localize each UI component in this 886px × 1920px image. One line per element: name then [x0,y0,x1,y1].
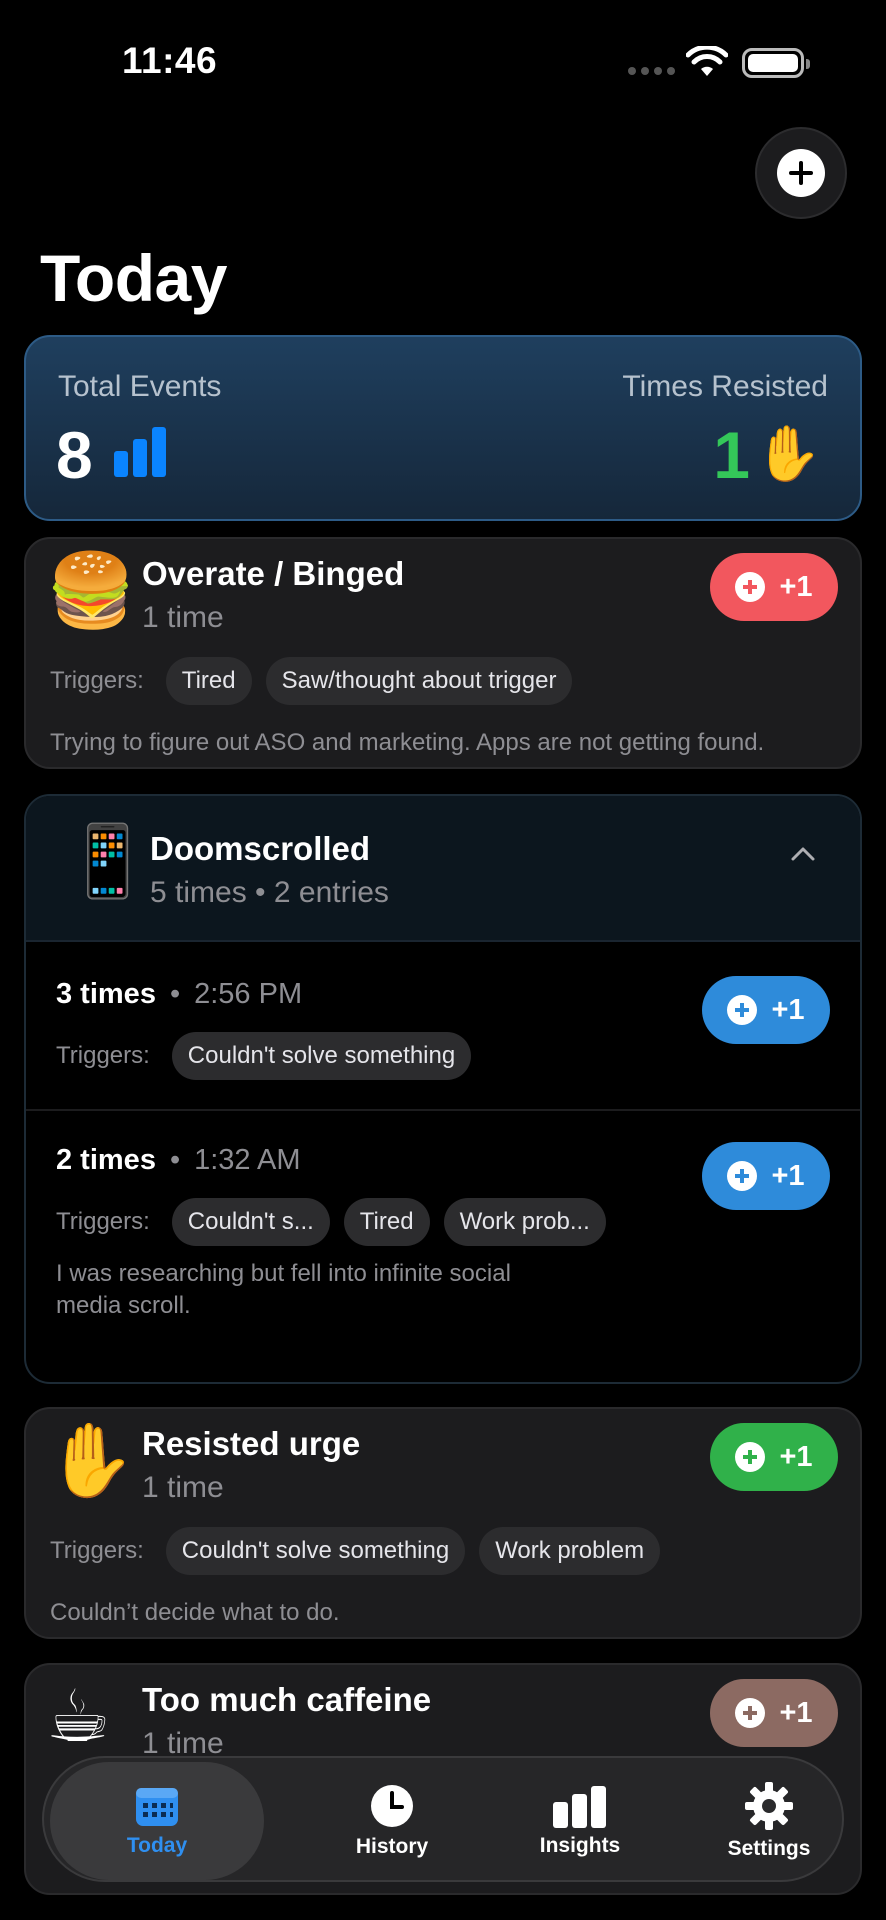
plus-circle-icon [735,1442,766,1472]
plus-circle-icon [735,572,766,602]
cellular-signal-icon [628,67,675,75]
raised-hand-icon: ✋ [46,1421,136,1501]
trigger-chip: Work problem [479,1527,661,1575]
entry-time: 1:32 AM [194,1144,301,1176]
trigger-chip: Tired [165,657,252,705]
tab-history[interactable]: History [297,1758,487,1884]
triggers-row: Triggers: Couldn't s... Tired Work prob.… [56,1198,606,1246]
entry-count: 2 times • 1:32 AM [56,1144,301,1176]
wifi-icon [686,46,728,76]
bar-chart-icon [114,427,166,477]
clock-icon [371,1785,413,1827]
battery-icon [742,48,810,78]
status-time: 11:46 [122,40,218,81]
increment-caffeine-button[interactable]: +1 [710,1679,838,1747]
tab-label: Today [126,1834,188,1857]
entry-time: 2:56 PM [194,978,303,1010]
divider [26,1109,860,1111]
triggers-row: Triggers: Tired Saw/thought about trigge… [50,657,573,705]
gear-icon [745,1782,793,1830]
chevron-up-icon[interactable] [790,844,816,862]
event-card-resisted[interactable]: ✋ Resisted urge 1 time +1 Triggers: Coul… [24,1407,862,1639]
coffee-icon: ☕ [46,1677,111,1757]
event-title: Resisted urge [142,1425,361,1462]
total-events-value: 8 [56,418,93,492]
entry-note: I was researching but fell into infinite… [56,1260,511,1319]
trigger-chip: Work prob... [443,1198,606,1246]
tab-label: History [355,1835,429,1858]
tab-settings[interactable]: Settings [674,1758,864,1884]
event-group-doomscrolled: 📱 Doomscrolled 5 times • 2 entries 3 tim… [24,794,862,1384]
tab-insights[interactable]: Insights [485,1758,675,1884]
plus-icon [777,149,825,197]
tab-bar: Today History Insights Settings [42,1756,844,1882]
add-event-button[interactable] [755,127,847,219]
increment-entry-button[interactable]: +1 [702,1142,830,1210]
total-events-label: Total Events [58,370,222,403]
group-subtitle: 5 times • 2 entries [150,876,389,909]
increment-overate-button[interactable]: +1 [710,553,838,621]
trigger-chip: Tired [343,1198,430,1246]
trigger-chip: Couldn't s... [171,1198,330,1246]
calendar-icon [136,1788,178,1826]
times-resisted-label: Times Resisted [622,370,828,403]
event-title: Overate / Binged [142,555,405,592]
trigger-chip: Saw/thought about trigger [265,657,573,705]
triggers-row: Triggers: Couldn't solve something [56,1032,472,1080]
event-note: Trying to figure out ASO and marketing. … [50,729,765,756]
group-title: Doomscrolled [150,830,371,867]
trigger-chip: Couldn't solve something [165,1527,466,1575]
event-count: 1 time [142,1471,224,1504]
tab-today[interactable]: Today [50,1762,264,1880]
bar-chart-icon [553,1786,606,1828]
plus-circle-icon [735,1698,766,1728]
increment-resisted-button[interactable]: +1 [710,1423,838,1491]
tab-label: Insights [539,1834,621,1857]
times-resisted-value: 1 [713,418,750,492]
increment-entry-button[interactable]: +1 [702,976,830,1044]
group-header[interactable]: 📱 Doomscrolled 5 times • 2 entries [26,796,860,942]
triggers-row: Triggers: Couldn't solve something Work … [50,1527,661,1575]
event-note: Couldn’t decide what to do. [50,1599,340,1626]
event-card-overate[interactable]: 🍔 Overate / Binged 1 time +1 Triggers: T… [24,537,862,769]
phone-icon: 📱 [64,822,152,900]
burger-icon: 🍔 [46,551,136,631]
plus-circle-icon [727,1161,758,1191]
summary-card: Total Events Times Resisted 8 1 ✋ [24,335,862,521]
tab-label: Settings [727,1837,811,1860]
event-count: 1 time [142,601,224,634]
plus-circle-icon [727,995,758,1025]
page-title: Today [40,241,227,315]
event-title: Too much caffeine [142,1681,432,1718]
entry-count: 3 times • 2:56 PM [56,978,303,1010]
trigger-chip: Couldn't solve something [171,1032,472,1080]
raised-hand-icon: ✋ [754,424,822,484]
